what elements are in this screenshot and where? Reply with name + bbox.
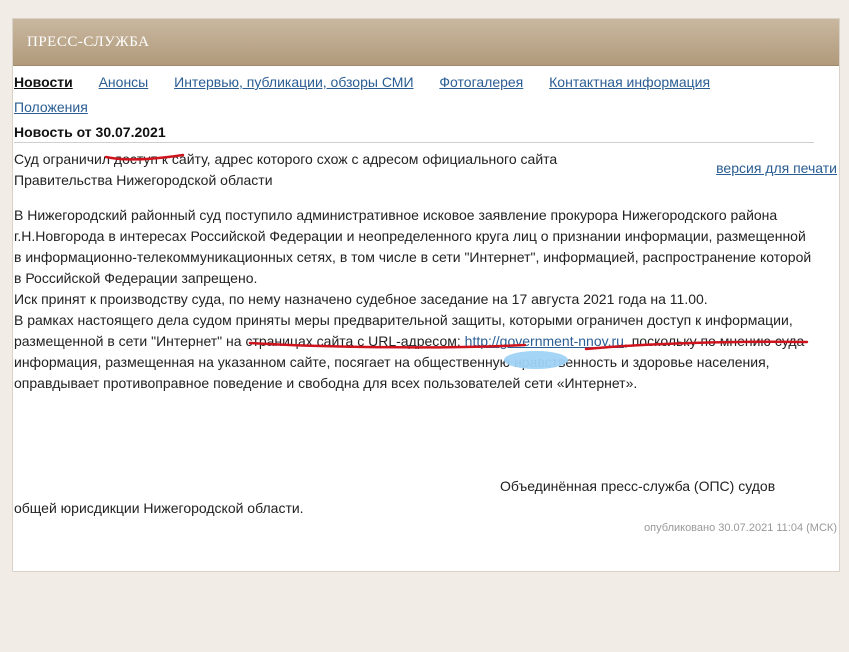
tab-interviews[interactable]: Интервью, публикации, обзоры СМИ: [174, 74, 413, 90]
news-date: 30.07.2021: [95, 124, 166, 140]
tab-contacts[interactable]: Контактная информация: [549, 74, 710, 90]
news-date-heading: Новость от 30.07.2021: [14, 124, 166, 140]
print-version-link[interactable]: версия для печати: [716, 160, 837, 176]
panel-title: ПРЕСС-СЛУЖБА: [27, 34, 150, 50]
panel-header: ПРЕСС-СЛУЖБА: [13, 19, 839, 66]
published-timestamp: опубликовано 30.07.2021 11:04 (МСК): [644, 522, 837, 534]
news-paragraph: В Нижегородский районный суд поступило а…: [14, 207, 812, 286]
tab-photogallery[interactable]: Фотогалерея: [439, 74, 523, 90]
news-date-prefix: Новость от: [14, 124, 92, 140]
tab-announcements[interactable]: Анонсы: [99, 74, 149, 90]
news-headline: Суд ограничил доступ к сайту, адрес кото…: [14, 151, 558, 188]
signature-line-2: общей юрисдикции Нижегородской области.: [14, 500, 304, 516]
divider: [14, 142, 814, 143]
news-paragraph: Иск принят к производству суда, по нему …: [14, 291, 708, 307]
news-tabs: Новости Анонсы Интервью, публикации, обз…: [14, 70, 814, 120]
tab-regulations[interactable]: Положения: [14, 99, 88, 115]
news-paragraph: В рамках настоящего дела судом приняты м…: [14, 310, 814, 394]
tab-news[interactable]: Новости: [14, 74, 73, 90]
signature-line-1: Объединённая пресс-служба (ОПС) судов: [500, 478, 776, 494]
news-body: В Нижегородский районный суд поступило а…: [14, 205, 814, 394]
site-url-link[interactable]: http://government-nnov.ru: [465, 333, 624, 349]
